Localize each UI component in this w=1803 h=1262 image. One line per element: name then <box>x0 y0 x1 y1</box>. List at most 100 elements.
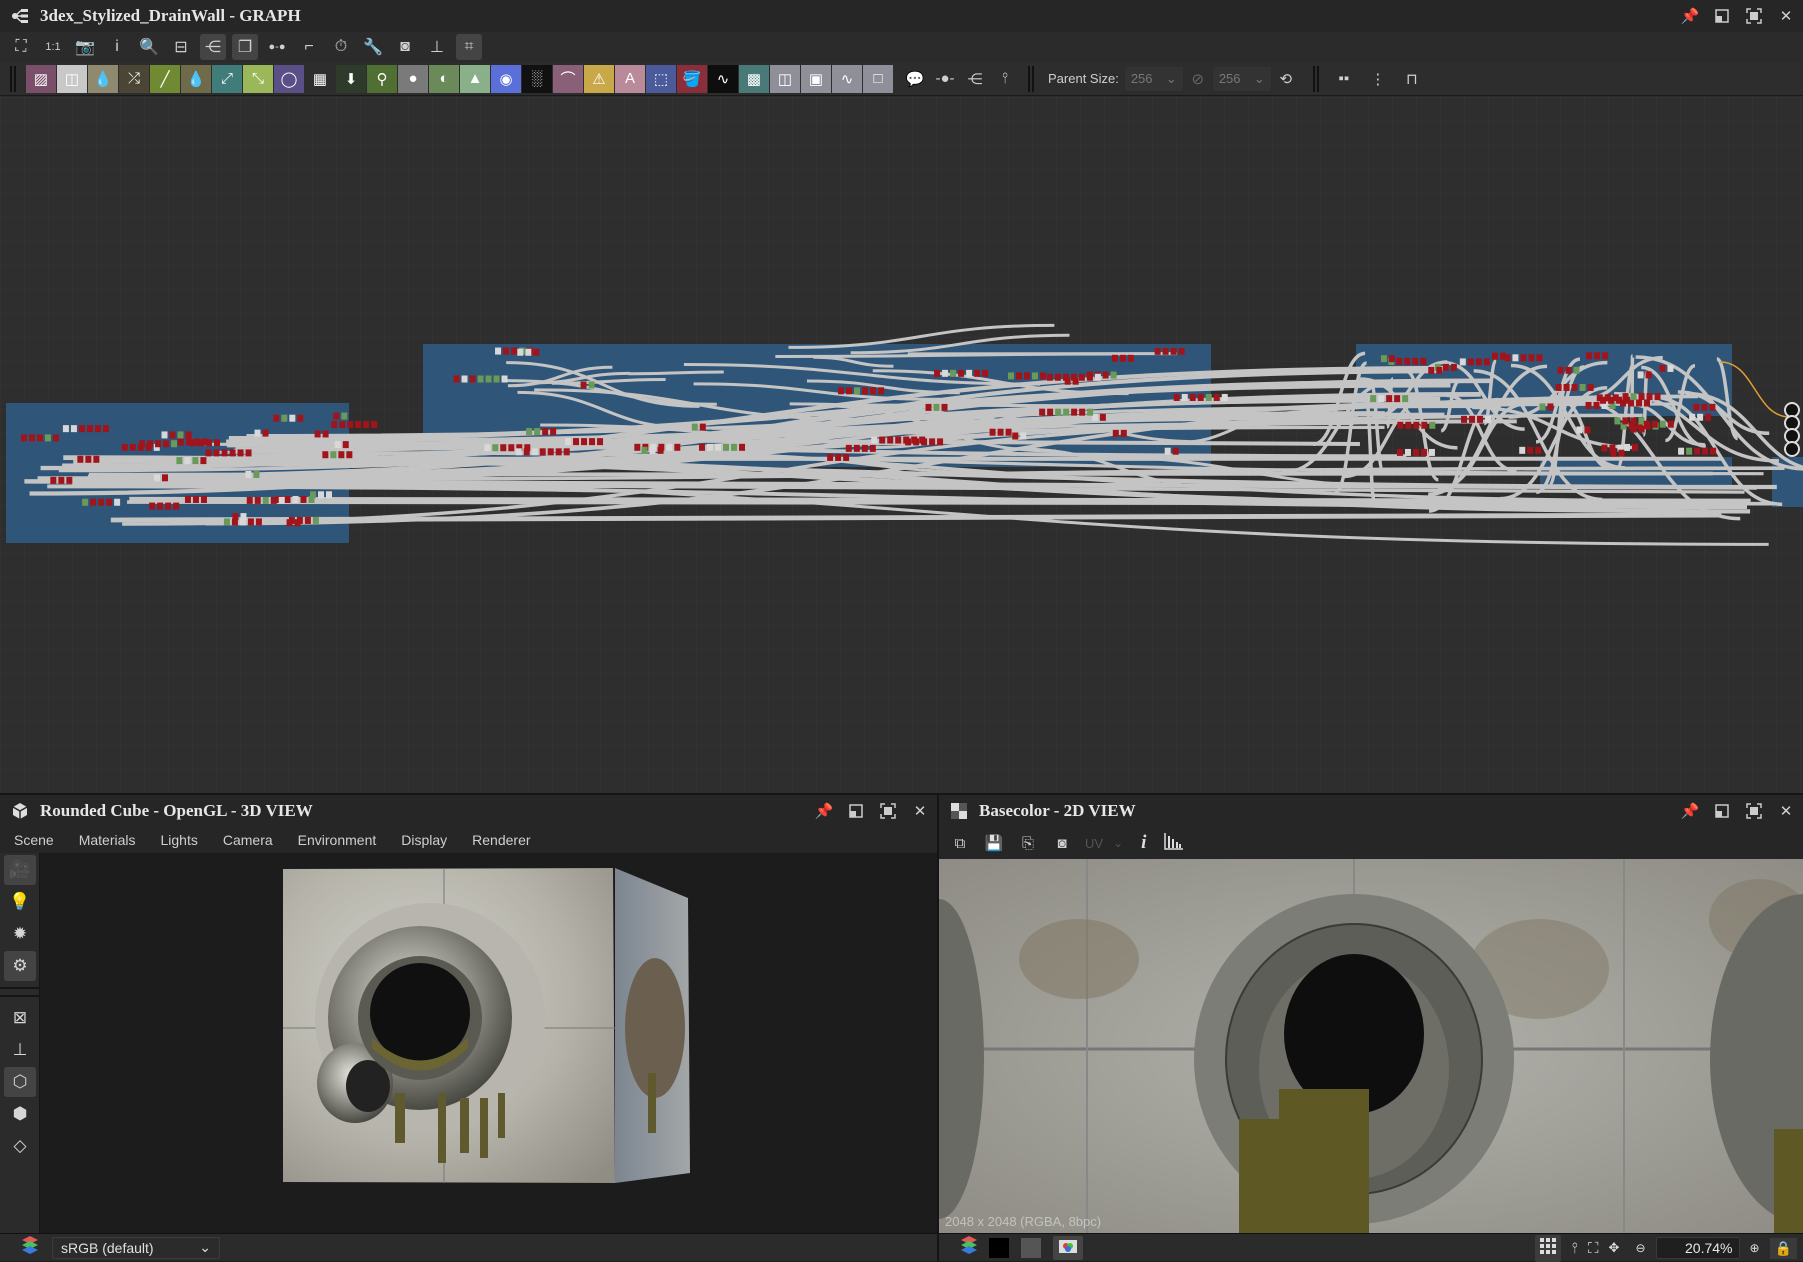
graph-node[interactable] <box>982 370 988 377</box>
graph-node[interactable] <box>245 471 251 478</box>
graph-node[interactable] <box>589 438 595 445</box>
graph-node[interactable] <box>1120 355 1126 362</box>
graph-node[interactable] <box>1006 429 1012 436</box>
svg-icon[interactable]: ◫ <box>57 65 87 93</box>
graph-node[interactable] <box>309 496 315 503</box>
graph-node[interactable] <box>171 440 177 447</box>
warning-icon[interactable]: ⚠ <box>584 65 614 93</box>
graph-node[interactable] <box>1113 430 1119 437</box>
graph-node[interactable] <box>1155 348 1161 355</box>
graph-node[interactable] <box>1646 371 1652 378</box>
graph-node[interactable] <box>1678 448 1684 455</box>
float-icon[interactable] <box>1711 5 1733 27</box>
graph-node[interactable] <box>658 447 664 454</box>
graph-node[interactable] <box>974 370 980 377</box>
graph-node[interactable] <box>247 497 253 504</box>
zoom-1-1-icon[interactable]: 1:1 <box>40 34 66 60</box>
selection-icon[interactable]: ⬚ <box>646 65 676 93</box>
graph-node[interactable] <box>1631 426 1637 433</box>
histogram-icon[interactable]: ▲ <box>460 65 490 93</box>
graph-node[interactable] <box>1461 416 1467 423</box>
axis-icon[interactable]: ⊥ <box>4 1035 36 1065</box>
graph-node[interactable] <box>926 404 932 411</box>
graph-node[interactable] <box>1381 355 1387 362</box>
graph-node[interactable] <box>1639 426 1645 433</box>
graph-node[interactable] <box>674 444 680 451</box>
graph-node[interactable] <box>1520 354 1526 361</box>
graph-node[interactable] <box>214 439 220 446</box>
graph-node[interactable] <box>1710 448 1716 455</box>
zoom-out-icon[interactable]: ⊖ <box>1635 1241 1645 1255</box>
graph-node[interactable] <box>246 449 252 456</box>
transform-icon[interactable]: ⬇ <box>336 65 366 93</box>
graph-node[interactable] <box>163 440 169 447</box>
graph-node[interactable] <box>1404 358 1410 365</box>
graph-node[interactable] <box>1631 393 1637 400</box>
align-vertical-icon[interactable]: ⋮ <box>1363 65 1393 93</box>
graph-node[interactable] <box>511 348 517 355</box>
graph-node[interactable] <box>1558 367 1564 374</box>
graph-node[interactable] <box>1174 394 1180 401</box>
graph-node[interactable] <box>870 445 876 452</box>
output-node[interactable] <box>1785 429 1799 443</box>
graph-node[interactable] <box>1198 394 1204 401</box>
graph-node[interactable] <box>1428 367 1434 374</box>
graph-node[interactable] <box>565 438 571 445</box>
search-icon[interactable]: 🔍 <box>136 34 162 60</box>
pin-icon[interactable]: 📌 <box>1679 5 1701 27</box>
graph-node[interactable] <box>1121 430 1127 437</box>
graph-node[interactable] <box>715 444 721 451</box>
graph-node[interactable] <box>184 457 190 464</box>
graph-node[interactable] <box>1476 358 1482 365</box>
graph-node[interactable] <box>1071 409 1077 416</box>
graph-node[interactable] <box>1686 448 1692 455</box>
graph-node[interactable] <box>173 503 179 510</box>
graph-node[interactable] <box>911 437 917 444</box>
graph-node[interactable] <box>1647 393 1653 400</box>
graph-node[interactable] <box>1622 417 1628 424</box>
graph-node[interactable] <box>323 430 329 437</box>
graph-node[interactable] <box>335 441 341 448</box>
graph-node[interactable] <box>1572 384 1578 391</box>
graph-node[interactable] <box>1597 394 1603 401</box>
graph-node[interactable] <box>1163 348 1169 355</box>
fit-icon[interactable]: ⛶ <box>1588 1240 1599 1257</box>
graph-node[interactable] <box>1429 422 1435 429</box>
graph-node[interactable] <box>589 381 595 388</box>
view2d-viewport[interactable]: 2048 x 2048 (RGBA, 8bpc) <box>939 859 1803 1235</box>
graph-node[interactable] <box>1386 395 1392 402</box>
graph-node[interactable] <box>878 387 884 394</box>
graph-node[interactable] <box>1405 422 1411 429</box>
graph-node[interactable] <box>1079 374 1085 381</box>
graph-node[interactable] <box>478 376 484 383</box>
connection-icon[interactable]: ●-● <box>264 34 290 60</box>
graph-node[interactable] <box>1087 409 1093 416</box>
graph-node[interactable] <box>1055 374 1061 381</box>
link-icon[interactable]: ⊘ <box>1183 65 1213 93</box>
input-gray-icon[interactable]: ▣ <box>801 65 831 93</box>
graph-node[interactable] <box>341 413 347 420</box>
close-icon[interactable]: ✕ <box>1775 800 1797 822</box>
graph-node[interactable] <box>581 438 587 445</box>
graph-node[interactable] <box>854 445 860 452</box>
menu-renderer[interactable]: Renderer <box>472 832 530 848</box>
graph-node[interactable] <box>1500 353 1506 360</box>
pixel-ratio-icon[interactable]: ⫯ <box>1571 1240 1578 1257</box>
cube-wire-icon[interactable]: ⬢ <box>4 1099 36 1129</box>
snap-icon[interactable]: ⊓ <box>1397 65 1427 93</box>
graph-node[interactable] <box>346 451 352 458</box>
graph-node[interactable] <box>1413 449 1419 456</box>
graph-node[interactable] <box>516 448 522 455</box>
graph-node[interactable] <box>202 438 208 445</box>
graph-node[interactable] <box>1040 372 1046 379</box>
graph-node[interactable] <box>170 431 176 438</box>
graph-canvas[interactable] <box>0 97 1803 793</box>
graph-node[interactable] <box>862 445 868 452</box>
graph-node[interactable] <box>942 404 948 411</box>
graph-node[interactable] <box>232 518 238 525</box>
graph-node[interactable] <box>71 425 77 432</box>
graph-node[interactable] <box>1190 394 1196 401</box>
graph-node[interactable] <box>1586 402 1592 409</box>
graph-node[interactable] <box>827 454 833 461</box>
graph-node[interactable] <box>871 437 877 444</box>
